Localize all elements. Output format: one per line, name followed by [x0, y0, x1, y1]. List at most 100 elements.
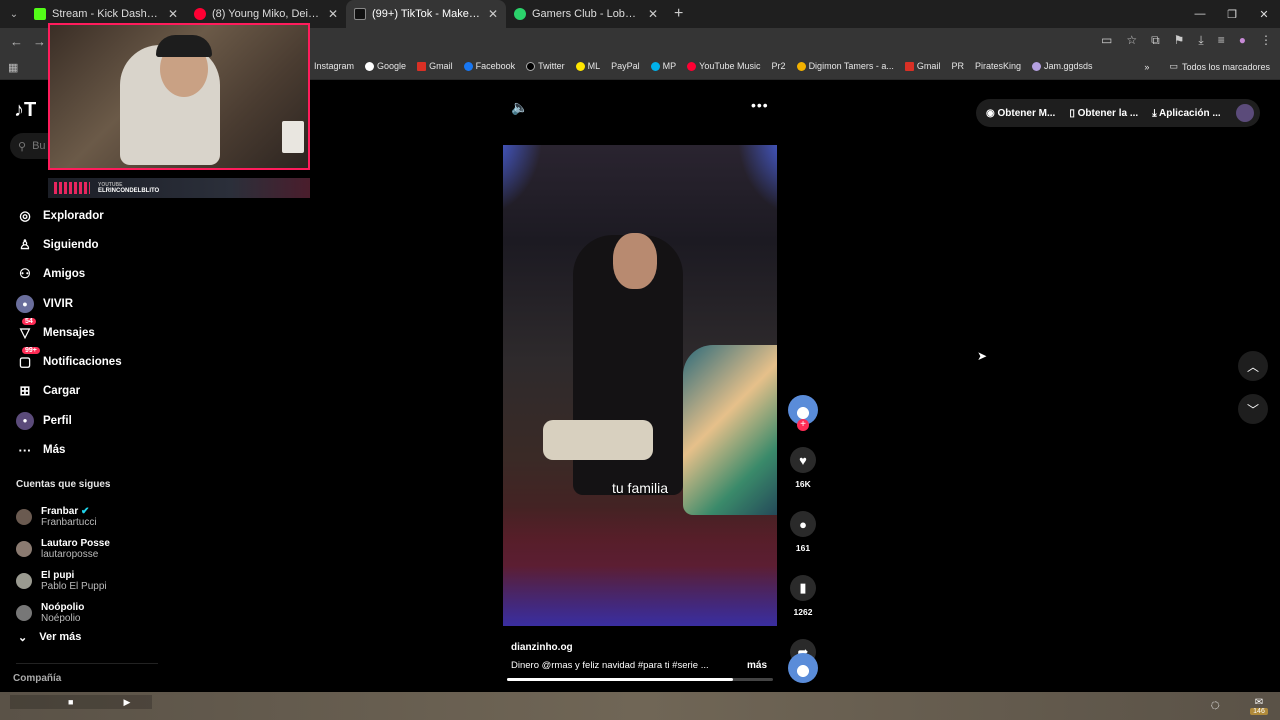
bookmark-item[interactable]: Twitter — [526, 61, 565, 71]
download-icon[interactable]: ⤓ — [1198, 33, 1203, 48]
back-arrow-icon[interactable]: ← — [10, 34, 23, 49]
bookmark-item[interactable]: Facebook — [463, 61, 515, 71]
bookmark-item[interactable]: Google — [365, 61, 406, 71]
music-disc-avatar[interactable] — [788, 653, 818, 683]
profile-icon: ● — [16, 411, 34, 430]
heart-icon[interactable]: ♥ — [790, 447, 816, 473]
video-progress-bar[interactable] — [507, 678, 773, 681]
gamers-club-favicon-icon — [514, 8, 526, 20]
new-tab-button[interactable]: + — [674, 5, 683, 23]
facebook-icon — [463, 61, 473, 71]
bookmark-item[interactable]: PayPal — [611, 61, 640, 71]
all-bookmarks-button[interactable]: Todos los marcadores — [1182, 62, 1270, 72]
save-action[interactable]: ▮ 1262 — [788, 575, 818, 617]
video-player[interactable]: tu familia — [503, 145, 777, 626]
tab-gamers-club[interactable]: Gamers Club - Lobby Counter-S ✕ — [506, 0, 666, 28]
chat-icon[interactable]: ◌ — [1210, 697, 1220, 715]
see-more-button[interactable]: ⌄ Ver más — [18, 631, 81, 644]
user-follow-icon: ♙ — [19, 236, 31, 252]
avatar — [16, 509, 32, 525]
bookmark-icon[interactable]: ▮ — [790, 575, 816, 601]
bookmark-item[interactable]: Pr2 — [772, 61, 786, 71]
play-icon[interactable]: ▶ — [123, 697, 130, 708]
more-options-icon[interactable]: ••• — [751, 97, 769, 113]
coin-icon: ◉ — [986, 107, 995, 119]
jam-icon — [1031, 61, 1041, 71]
minimize-icon[interactable]: — — [1184, 0, 1216, 28]
tab-close-icon[interactable]: ✕ — [488, 7, 498, 21]
bookmark-item[interactable]: ML — [575, 61, 600, 71]
get-app-button[interactable]: ▯ Obtener la ... — [1069, 108, 1138, 119]
profile-icon[interactable]: ● — [1239, 33, 1246, 48]
messages-badge: 54 — [22, 317, 36, 325]
sidebar-item-vivir[interactable]: ● VIVIR — [16, 289, 122, 318]
get-coins-button[interactable]: ◉ Obtener M... — [986, 108, 1055, 119]
see-more-label: Ver más — [39, 631, 82, 643]
app-download-button[interactable]: ⤓ Aplicación ... — [1152, 108, 1221, 119]
extensions-icon[interactable]: ⧉ — [1151, 33, 1160, 48]
sidebar-item-label: Siguiendo — [43, 238, 99, 251]
verified-icon: ✔ — [81, 506, 90, 517]
following-item[interactable]: Noópolio Noépolio — [16, 597, 110, 629]
volume-icon[interactable]: 🔈 — [511, 99, 528, 116]
bookmark-item[interactable]: PR — [951, 61, 964, 71]
creator-avatar[interactable]: + — [788, 395, 818, 431]
tab-close-icon[interactable]: ✕ — [328, 7, 338, 21]
sidebar-item-mensajes[interactable]: ▽ 54 Mensajes — [16, 317, 122, 347]
more-dots-icon: ··· — [18, 442, 32, 458]
sidebar-item-explorador[interactable]: ◎ Explorador — [16, 201, 122, 230]
video-author[interactable]: dianzinho.og — [511, 642, 573, 653]
sidebar-item-notificaciones[interactable]: ▢ 99+ Notificaciones — [16, 347, 122, 376]
bookmark-item[interactable]: YouTube Music — [687, 61, 761, 71]
apps-grid-icon[interactable]: ▦ — [8, 61, 18, 74]
follow-plus-icon[interactable]: + — [797, 419, 809, 431]
tiktok-logo-icon[interactable]: ♪T — [14, 99, 36, 122]
comment-action[interactable]: ● 161 — [788, 511, 818, 553]
tab-tiktok[interactable]: (99+) TikTok - Make Your Day ✕ — [346, 0, 506, 28]
bookmark-label: Instagram — [314, 61, 355, 71]
following-item[interactable]: Franbar ✔ Franbartucci — [16, 501, 110, 533]
company-link[interactable]: Compañía — [13, 673, 61, 684]
bookmark-item[interactable]: Jam.ggdsds — [1031, 61, 1093, 71]
stop-icon[interactable]: ■ — [68, 697, 73, 707]
following-item[interactable]: Lautaro Posse lautaroposse — [16, 533, 110, 565]
description-more-button[interactable]: más — [747, 660, 767, 671]
sidebar-item-perfil[interactable]: ● Perfil — [16, 406, 122, 435]
tab-close-icon[interactable]: ✕ — [168, 7, 178, 21]
bookmarks-overflow-button[interactable]: » — [1144, 62, 1149, 72]
star-icon[interactable]: ☆ — [1126, 33, 1137, 48]
youtube-music-icon — [687, 61, 697, 71]
bookmark-item[interactable]: PiratesKing — [975, 61, 1021, 71]
bookmark-item[interactable]: Gmail — [904, 61, 940, 71]
previous-video-button[interactable]: ︿ — [1238, 351, 1268, 381]
sidebar-item-siguiendo[interactable]: ♙ Siguiendo — [16, 230, 122, 259]
bookmark-item[interactable]: Digimon Tamers - a... — [796, 61, 894, 71]
next-video-button[interactable]: ﹀ — [1238, 394, 1268, 424]
sidebar-item-cargar[interactable]: ⊞ Cargar — [16, 377, 122, 406]
bookmark-label: PayPal — [611, 61, 640, 71]
restore-icon[interactable]: ❐ — [1216, 0, 1248, 28]
friends-icon: ⚇ — [19, 266, 31, 282]
like-action[interactable]: ♥ 16K — [788, 447, 818, 489]
sidebar-item-amigos[interactable]: ⚇ Amigos — [16, 260, 122, 289]
bookmark-item[interactable]: Instagram — [314, 61, 354, 71]
close-window-icon[interactable]: ✕ — [1248, 0, 1280, 28]
bookmark-item[interactable]: Gmail — [417, 61, 453, 71]
avatar[interactable] — [1236, 104, 1254, 122]
forward-arrow-icon[interactable]: → — [33, 34, 46, 49]
tab-close-icon[interactable]: ✕ — [648, 7, 658, 21]
sidebar-item-label: Mensajes — [43, 326, 95, 339]
video-caption: tu familia — [611, 480, 669, 496]
sidebar-divider — [16, 663, 158, 664]
bookmark-item[interactable]: MP — [650, 61, 676, 71]
avatar — [16, 605, 32, 621]
menu-kebab-icon[interactable]: ⋮ — [1260, 33, 1272, 48]
tab-search-icon[interactable]: ⌄ — [2, 4, 26, 24]
following-item[interactable]: El pupi Pablo El Puppi — [16, 565, 110, 597]
media-icon[interactable]: ≡ — [1218, 33, 1225, 48]
translate-icon[interactable]: ⚑ — [1174, 33, 1185, 48]
cast-icon[interactable]: ▭ — [1101, 33, 1112, 48]
comment-icon[interactable]: ● — [790, 511, 816, 537]
sidebar-item-mas[interactable]: ··· Más — [16, 435, 122, 464]
mail-button[interactable]: ✉ 146 — [1248, 692, 1270, 720]
